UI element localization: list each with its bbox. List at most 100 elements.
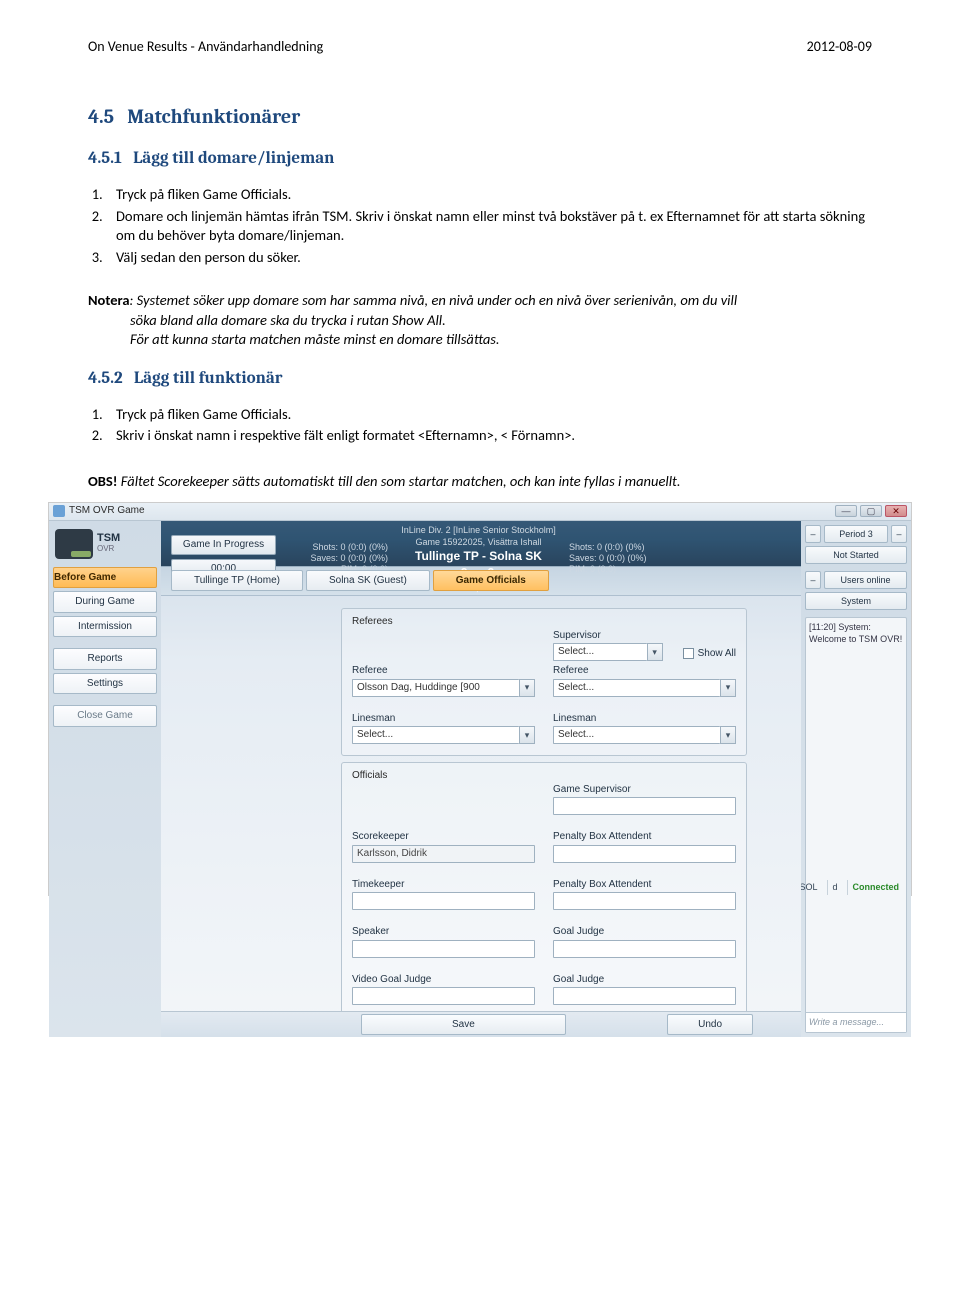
save-button[interactable]: Save — [361, 1014, 566, 1036]
tab-home-team[interactable]: Tullinge TP (Home) — [171, 570, 303, 592]
list-item: Domare och linjemän hämtas ifrån TSM. Sk… — [106, 207, 872, 246]
speaker-label: Speaker — [352, 925, 535, 939]
section-4-5-header: 4.5 Matchfunktionärer — [88, 103, 872, 130]
skate-icon — [55, 529, 93, 559]
window-title: TSM OVR Game — [69, 504, 145, 518]
referees-group: Referees Supervisor Select... ▾ — [341, 608, 747, 756]
goal-judge-label: Goal Judge — [553, 925, 736, 939]
chat-input[interactable]: Write a message... — [806, 1012, 906, 1032]
obs-body: Fältet Scorekeeper sätts automatiskt til… — [118, 472, 681, 490]
speaker-input[interactable] — [352, 940, 535, 958]
penalty-box1-input[interactable] — [553, 845, 736, 863]
game-in-progress-button[interactable]: Game In Progress — [171, 535, 276, 555]
supervisor-value: Select... — [553, 643, 647, 661]
chevron-down-icon: ▾ — [647, 643, 663, 661]
penalty-box-attendent-label: Penalty Box Attendent — [553, 830, 736, 844]
close-button[interactable]: ✕ — [885, 505, 907, 517]
users-online-button[interactable]: Users online — [824, 571, 907, 589]
section-4-5-1-header: 4.5.1 Lägg till domare/linjeman — [88, 148, 872, 171]
sidebar-item-before-game[interactable]: Before Game — [53, 567, 157, 589]
linesman2-value: Select... — [553, 726, 720, 744]
right-sidebar: – Period 3 – Not Started – Users online — [801, 521, 911, 1038]
scorekeeper-label: Scorekeeper — [352, 830, 535, 844]
group-legend: Officials — [352, 770, 387, 781]
officials-group: Officials Game Supervisor Scorekeeper Ka… — [341, 762, 747, 1017]
subsection-num: 4.5.2 — [88, 369, 123, 388]
officials-panel: Referees Supervisor Select... ▾ — [329, 602, 759, 1031]
logo-subtext: OVR — [97, 544, 120, 555]
list-item: Välj sedan den person du söker. — [106, 248, 872, 268]
match-info: InLine Div. 2 [InLine Senior Stockholm] … — [396, 524, 561, 548]
period-button[interactable]: Period 3 — [824, 525, 888, 543]
tab-guest-team[interactable]: Solna SK (Guest) — [306, 570, 430, 592]
undo-button[interactable]: Undo — [667, 1014, 753, 1036]
chat-log: [11:20] System: Welcome to TSM OVR! — [806, 618, 906, 1012]
linesman1-value: Select... — [352, 726, 519, 744]
chevron-down-icon: ▾ — [720, 726, 736, 744]
steps-list-452: Tryck på fliken Game Officials. Skriv i … — [106, 405, 872, 446]
list-item: Skriv i önskat namn i respektive fält en… — [106, 426, 872, 446]
show-all-label: Show All — [698, 647, 736, 661]
chevron-down-icon: ▾ — [519, 726, 535, 744]
goal-judge-label: Goal Judge — [553, 973, 736, 987]
linesman-label: Linesman — [352, 712, 535, 726]
list-item: Tryck på fliken Game Officials. — [106, 405, 872, 425]
penalty-box2-input[interactable] — [553, 892, 736, 910]
group-legend: Referees — [352, 616, 393, 627]
doc-header-left: On Venue Results - Användarhandledning — [88, 38, 323, 55]
sidebar-item-intermission[interactable]: Intermission — [53, 616, 157, 638]
video-goal-judge-input[interactable] — [352, 987, 535, 1005]
not-started-button[interactable]: Not Started — [805, 546, 907, 564]
minimize-button[interactable]: — — [835, 505, 857, 517]
notera-body: För att kunna starta matchen måste minst… — [130, 330, 872, 350]
sidebar-item-reports[interactable]: Reports — [53, 648, 157, 670]
notera-body: söka bland alla domare ska du trycka i r… — [130, 311, 872, 331]
chevron-down-icon: ▾ — [720, 679, 736, 697]
linesman2-select[interactable]: Select... ▾ — [553, 726, 736, 744]
timekeeper-input[interactable] — [352, 892, 535, 910]
app-icon — [53, 505, 65, 517]
game-supervisor-label: Game Supervisor — [553, 783, 736, 797]
referee-label: Referee — [553, 664, 736, 678]
stat-saves-guest: Saves: 0 (0:0) (0%) — [569, 553, 681, 564]
app-logo: TSM OVR — [53, 525, 157, 567]
main-area: Game In Progress 00:00 Shots: 0 (0:0) (0… — [161, 521, 801, 1038]
doc-header-right: 2012-08-09 — [807, 38, 872, 55]
notera-block: Notera: Systemet söker upp domare som ha… — [88, 291, 872, 350]
maximize-button[interactable]: ▢ — [860, 505, 882, 517]
game-supervisor-input[interactable] — [553, 797, 736, 815]
linesman1-select[interactable]: Select... ▾ — [352, 726, 535, 744]
period-prev-button[interactable]: – — [805, 525, 821, 543]
referee1-value: Olsson Dag, Huddinge [900 — [352, 679, 519, 697]
sidebar-item-settings[interactable]: Settings — [53, 673, 157, 695]
notera-label: Notera — [88, 291, 130, 309]
referee-label: Referee — [352, 664, 535, 678]
referee2-select[interactable]: Select... ▾ — [553, 679, 736, 697]
section-num: 4.5 — [88, 105, 114, 128]
app-screenshot: TSM OVR Game — ▢ ✕ TSM OVR — [48, 502, 912, 896]
sidebar-item-close-game[interactable]: Close Game — [53, 705, 157, 727]
subsection-num: 4.5.1 — [88, 149, 122, 168]
chevron-down-icon: ▾ — [519, 679, 535, 697]
video-goal-judge-label: Video Goal Judge — [352, 973, 535, 987]
chat-panel: [11:20] System: Welcome to TSM OVR! Writ… — [805, 617, 907, 1033]
stat-saves-home: Saves: 0 (0:0) (0%) — [276, 553, 388, 564]
supervisor-label: Supervisor — [553, 629, 663, 643]
logo-text: TSM — [97, 533, 120, 544]
system-button[interactable]: System — [805, 592, 907, 610]
steps-list-451: Tryck på fliken Game Officials. Domare o… — [106, 185, 872, 267]
sidebar: TSM OVR Before Game During Game Intermis… — [49, 521, 161, 1038]
supervisor-select[interactable]: Select... ▾ — [553, 643, 663, 661]
tab-game-officials[interactable]: Game Officials — [433, 570, 549, 592]
goal-judge1-input[interactable] — [553, 940, 736, 958]
show-all-checkbox[interactable] — [683, 648, 694, 659]
obs-block: OBS! Fältet Scorekeeper sätts automatisk… — [88, 472, 872, 492]
referee1-select[interactable]: Olsson Dag, Huddinge [900 ▾ — [352, 679, 535, 697]
stat-shots-home: Shots: 0 (0:0) (0%) — [276, 542, 388, 553]
linesman-label: Linesman — [553, 712, 736, 726]
stat-shots-guest: Shots: 0 (0:0) (0%) — [569, 542, 681, 553]
goal-judge2-input[interactable] — [553, 987, 736, 1005]
sidebar-item-during-game[interactable]: During Game — [53, 591, 157, 613]
period-next-button[interactable]: – — [891, 525, 907, 543]
users-prev-button[interactable]: – — [805, 571, 821, 589]
